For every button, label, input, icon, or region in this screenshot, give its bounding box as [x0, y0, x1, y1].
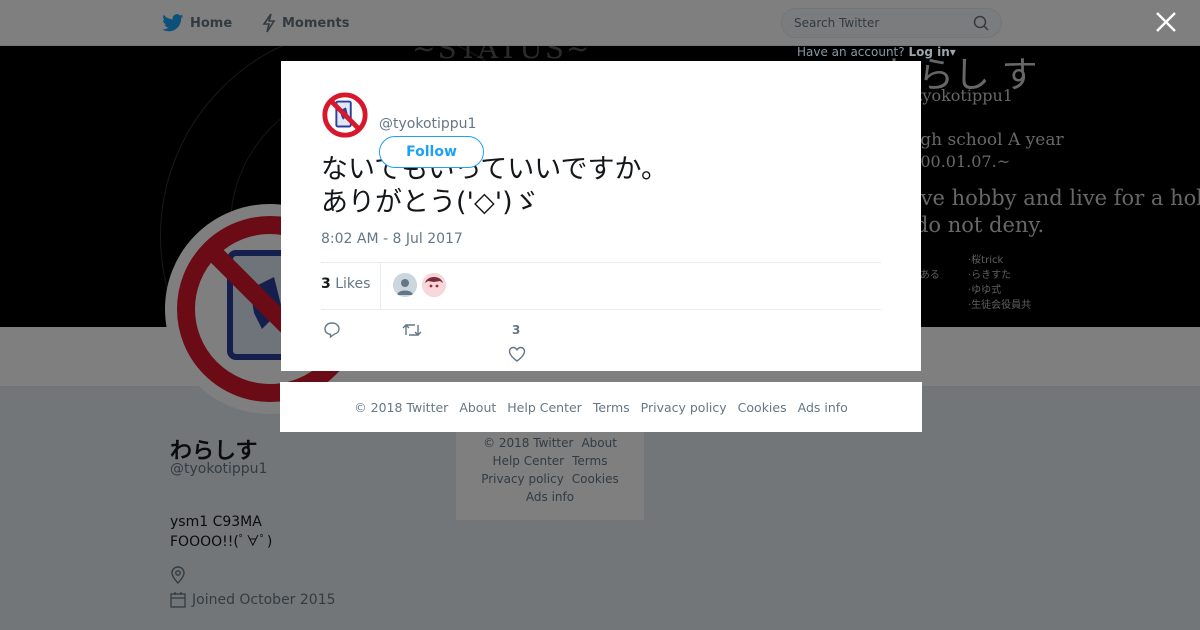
close-button[interactable] — [1152, 10, 1180, 38]
retweet-button[interactable] — [402, 321, 422, 342]
default-avatar-icon — [393, 273, 417, 297]
likes-count: 3 — [321, 276, 331, 292]
divider — [321, 262, 881, 263]
footer-cookies-link[interactable]: Cookies — [738, 400, 787, 415]
footer-terms-link[interactable]: Terms — [593, 400, 630, 415]
footer-copyright: © 2018 Twitter — [354, 399, 449, 415]
close-icon — [1156, 12, 1176, 32]
account-prompt: Have an account? Log in▾ — [797, 45, 956, 59]
account-prompt-text: Have an account? — [797, 45, 905, 59]
footer-ads-link[interactable]: Ads info — [798, 400, 848, 415]
liker-avatar[interactable] — [422, 273, 446, 297]
reply-button[interactable] — [323, 321, 341, 342]
footer-privacy-link[interactable]: Privacy policy — [641, 400, 727, 415]
tweet-author-handle[interactable]: @tyokotippu1 — [379, 116, 476, 132]
anime-avatar-icon — [422, 273, 446, 297]
no-entry-sign-icon — [321, 91, 369, 139]
divider — [380, 263, 381, 309]
tweet-modal: @tyokotippu1 ないでもいっていいですか。 ありがとう('◇')ゞ F… — [281, 61, 921, 371]
like-count: 3 — [512, 323, 521, 337]
liker-avatar[interactable] — [393, 273, 417, 297]
login-link[interactable]: Log in — [908, 45, 949, 59]
footer-help-link[interactable]: Help Center — [507, 400, 582, 415]
retweet-icon — [402, 324, 422, 336]
likes-label: Likes — [335, 276, 371, 292]
modal-footer: © 2018 Twitter About Help Center Terms P… — [280, 382, 922, 432]
follow-button[interactable]: Follow — [379, 136, 484, 168]
likes-stat[interactable]: 3 Likes — [321, 276, 370, 292]
like-button[interactable] — [508, 346, 526, 366]
chevron-down-icon: ▾ — [949, 45, 956, 59]
footer-about-link[interactable]: About — [459, 400, 496, 415]
tweet-author-avatar[interactable] — [321, 91, 369, 139]
divider — [321, 309, 881, 310]
tweet-text: ないでもいっていいですか。 ありがとう('◇')ゞ — [321, 154, 668, 218]
reply-icon — [324, 322, 340, 339]
heart-icon — [508, 346, 526, 362]
tweet-timestamp[interactable]: 8:02 AM - 8 Jul 2017 — [321, 231, 463, 247]
